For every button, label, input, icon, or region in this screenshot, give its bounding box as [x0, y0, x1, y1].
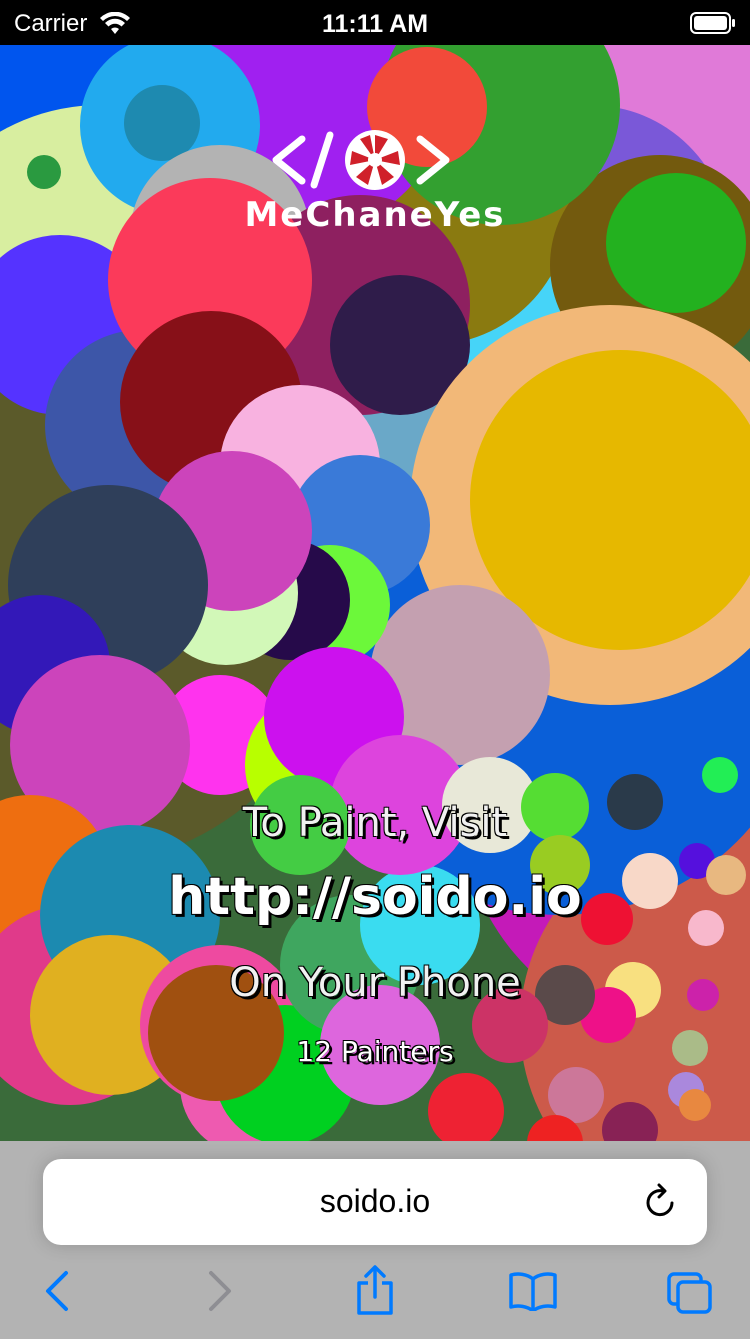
tabs-icon[interactable]: [666, 1271, 714, 1320]
browser-chrome: soido.io: [0, 1141, 750, 1339]
address-bar[interactable]: soido.io: [43, 1159, 707, 1245]
logo-wordmark: MeChaneYes: [244, 195, 506, 235]
mechaneyes-logo: MeChaneYes: [240, 125, 510, 235]
paint-canvas[interactable]: MeChaneYes To Paint, Visit http://soido.…: [0, 45, 750, 1141]
chevron-right-icon[interactable]: [205, 1269, 235, 1318]
reload-icon[interactable]: [643, 1183, 679, 1226]
painters-count: 12 Painters: [296, 1035, 454, 1068]
instruction-url: http://soido.io: [168, 867, 582, 927]
browser-toolbar: [0, 1259, 750, 1339]
clock: 11:11 AM: [321, 10, 429, 38]
address-text[interactable]: soido.io: [43, 1183, 707, 1220]
instruction-line-3: On Your Phone: [229, 960, 521, 1006]
battery-icon: [690, 12, 736, 39]
status-bar: Carrier 11:11 AM: [0, 0, 750, 45]
instruction-line-1: To Paint, Visit: [242, 800, 508, 846]
chevron-left-icon[interactable]: [42, 1269, 72, 1318]
logo-mark: [272, 130, 450, 190]
share-icon[interactable]: [355, 1265, 395, 1322]
book-icon[interactable]: [508, 1271, 558, 1316]
